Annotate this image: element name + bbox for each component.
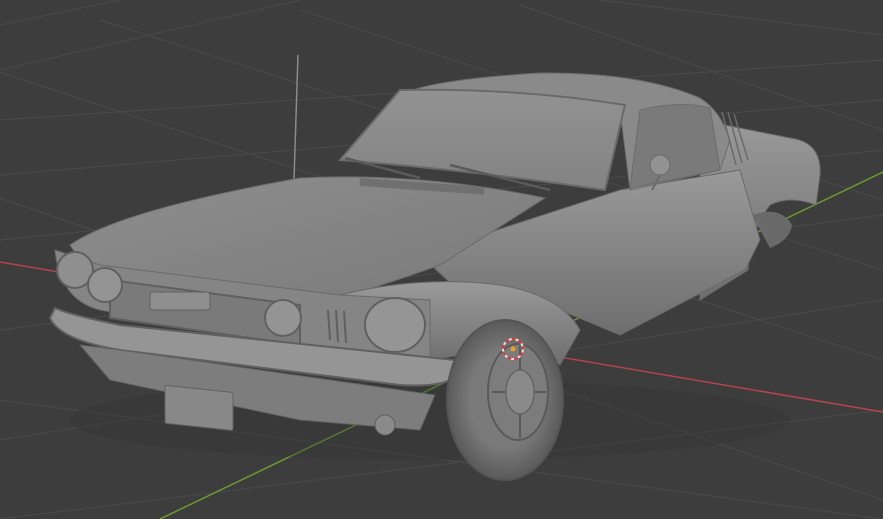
headlight-right-inner bbox=[264, 299, 302, 337]
origin-point bbox=[510, 346, 516, 352]
headlight-left-inner bbox=[87, 267, 123, 303]
headlight-right-outer bbox=[364, 297, 426, 353]
car-model[interactable] bbox=[48, 54, 821, 481]
license-plate bbox=[164, 385, 234, 431]
3d-viewport[interactable] bbox=[0, 0, 883, 519]
windshield bbox=[337, 88, 627, 192]
fog-light bbox=[374, 414, 396, 436]
side-mirror bbox=[649, 154, 671, 176]
grille-emblem bbox=[149, 291, 211, 311]
antenna bbox=[293, 54, 299, 181]
